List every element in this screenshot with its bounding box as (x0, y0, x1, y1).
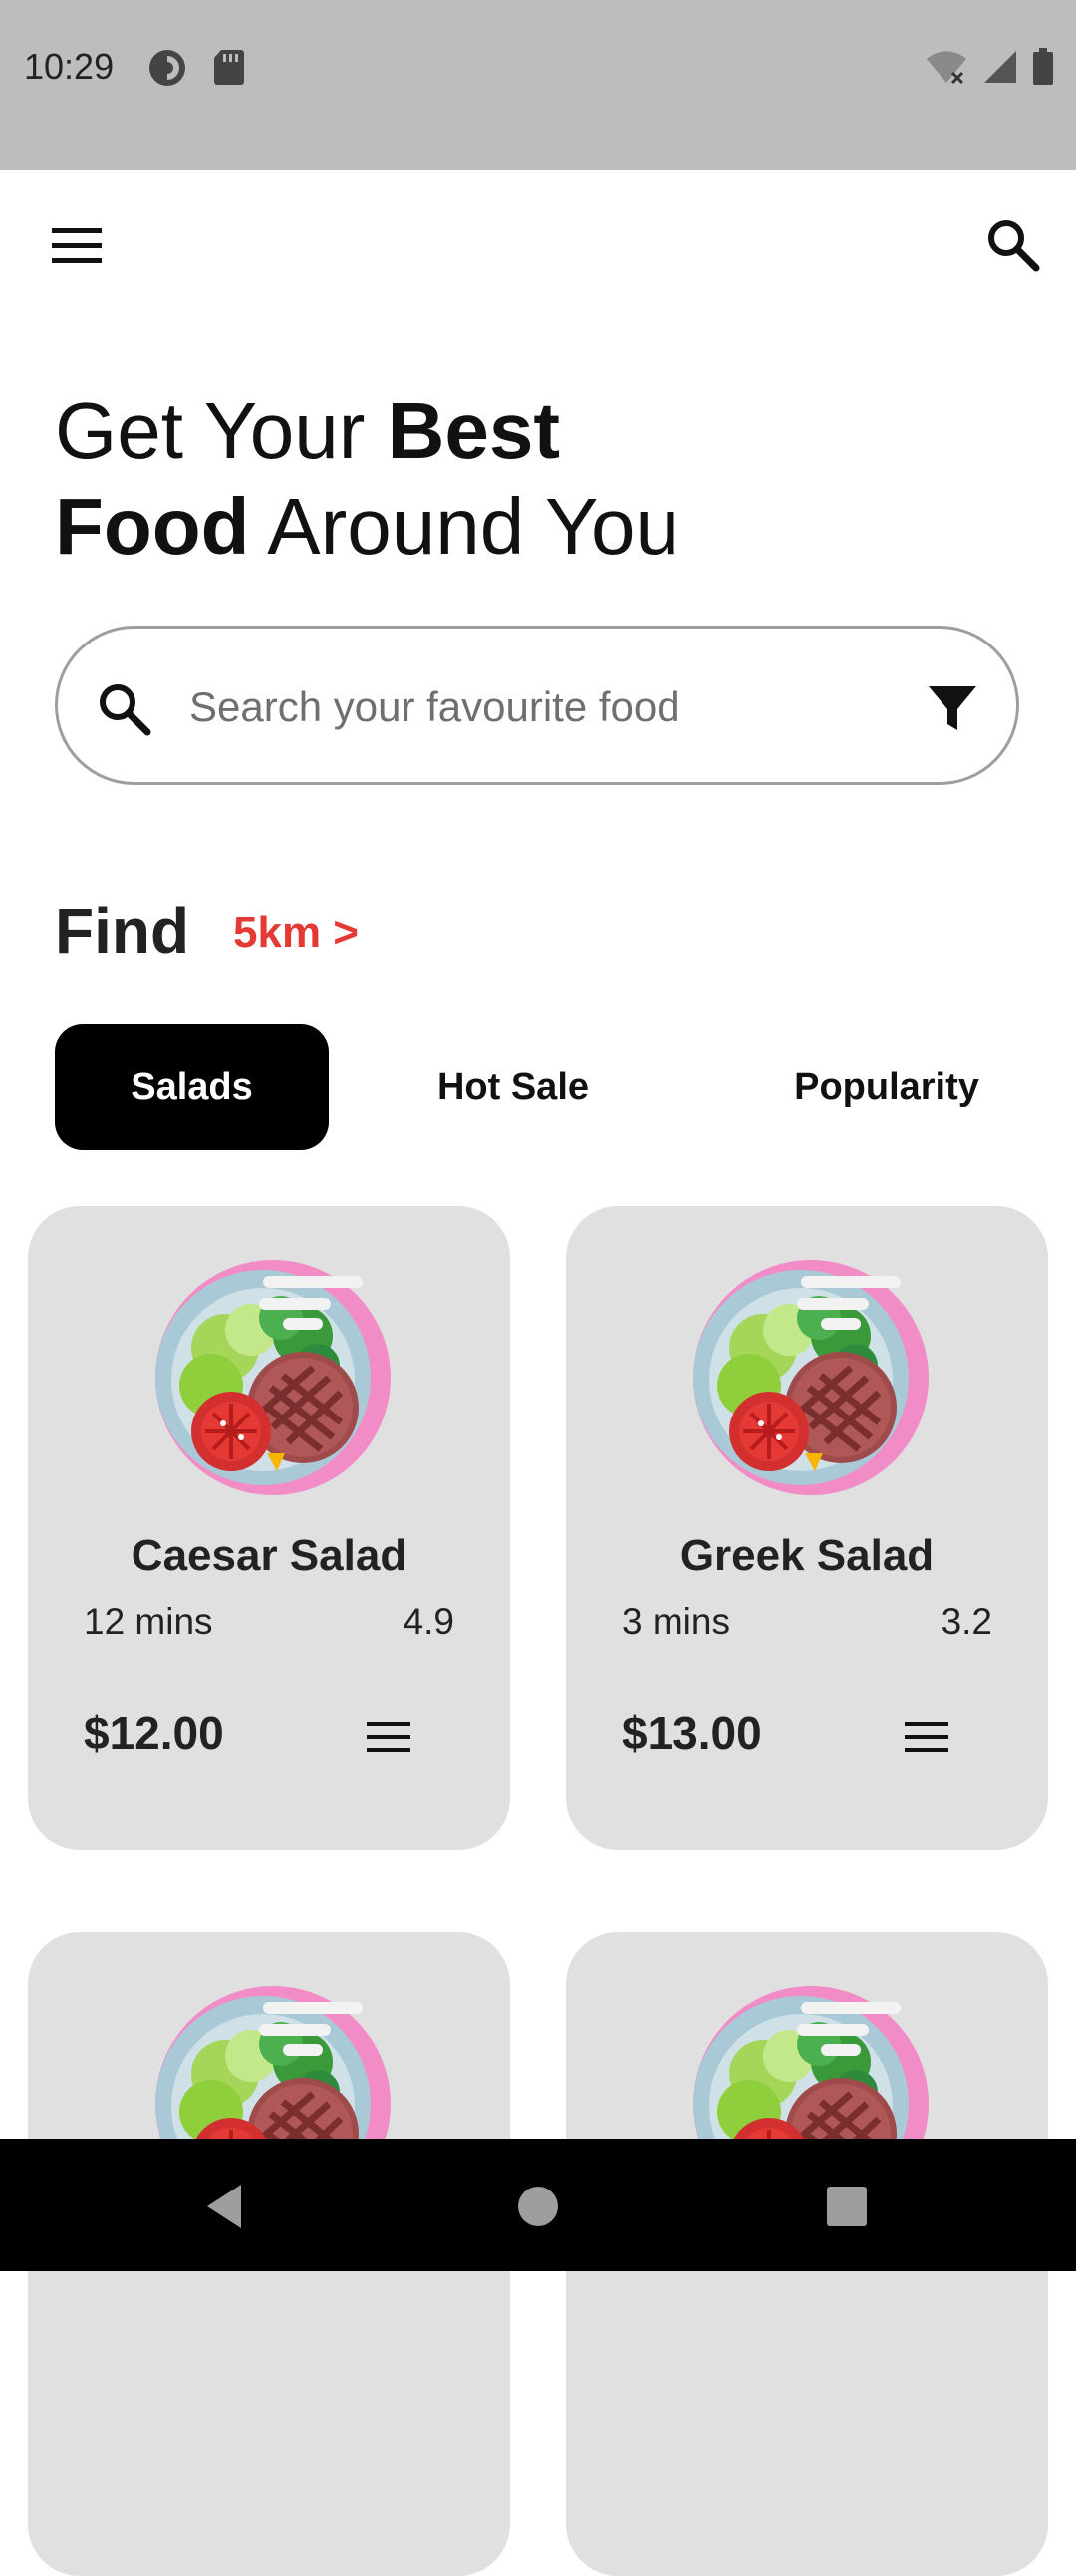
food-time: 12 mins (84, 1601, 213, 1642)
data-saver-icon (149, 50, 185, 86)
tab-popularity[interactable]: Popularity (752, 1024, 1021, 1150)
cell-signal-icon (984, 51, 1016, 83)
food-card[interactable]: Caesar Salad 12 mins 4.9 $12.00 (28, 1206, 510, 1850)
back-icon[interactable] (197, 2179, 253, 2234)
navigation-bar (0, 2139, 1076, 2271)
status-time: 10:29 (24, 46, 115, 87)
food-time: 3 mins (622, 1601, 730, 1642)
page-title: Get Your Best Food Around You (55, 384, 1031, 575)
food-name: Caesar Salad (131, 1531, 407, 1580)
category-tabs: Salads Hot Sale Popularity (55, 1024, 1021, 1150)
status-right-icons (925, 48, 1054, 86)
sd-card-icon (214, 50, 244, 85)
title-part2-bold: Food (55, 482, 250, 571)
menu-icon[interactable] (367, 1720, 410, 1754)
food-card[interactable]: Greek Salad 3 mins 3.2 $13.00 (566, 1206, 1048, 1850)
food-price: $12.00 (84, 1707, 224, 1759)
food-name: Greek Salad (679, 1531, 935, 1580)
salad-plate-icon (691, 1258, 931, 1497)
search-box[interactable] (55, 626, 1019, 785)
salad-plate-icon (153, 1258, 393, 1497)
title-part2: Around You (249, 482, 680, 571)
find-title: Find (55, 896, 190, 967)
status-bar: 10:29 (0, 0, 1076, 170)
status-left-icons (147, 48, 245, 88)
title-part1-bold: Best (387, 386, 560, 475)
distance-link[interactable]: 5km > (233, 908, 359, 958)
tab-hot-sale[interactable]: Hot Sale (394, 1024, 633, 1150)
menu-icon[interactable] (52, 226, 102, 266)
title-part1: Get Your (55, 386, 388, 475)
recents-icon[interactable] (819, 2179, 875, 2234)
food-rating: 4.9 (403, 1601, 454, 1642)
tab-salads[interactable]: Salads (55, 1024, 329, 1150)
search-input[interactable] (187, 668, 829, 746)
home-icon[interactable] (510, 2179, 566, 2234)
search-icon[interactable] (984, 216, 1040, 272)
menu-icon[interactable] (905, 1720, 948, 1754)
food-price: $13.00 (622, 1707, 762, 1759)
wifi-off-icon (927, 51, 966, 85)
app-bar (0, 170, 1076, 320)
search-field-icon (100, 684, 151, 736)
filter-icon[interactable] (927, 682, 978, 734)
food-rating: 3.2 (941, 1601, 992, 1642)
battery-icon (1033, 48, 1053, 85)
